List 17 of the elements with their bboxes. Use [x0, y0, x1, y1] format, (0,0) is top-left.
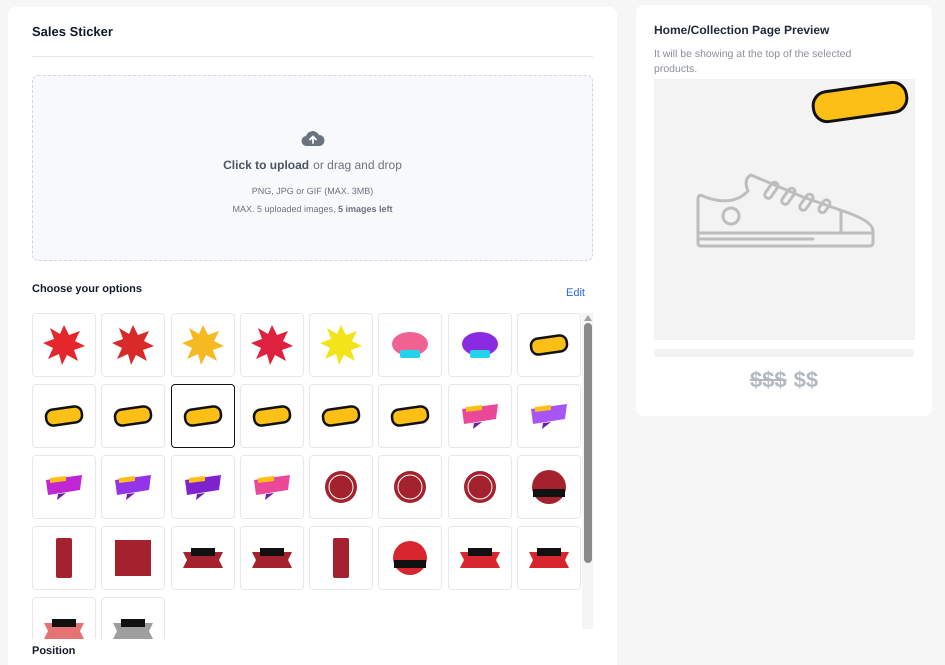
- scrollbar[interactable]: [582, 313, 593, 629]
- drag-drop-text: or drag and drop: [313, 156, 402, 174]
- preview-subtitle: It will be showing at the top of the selected products.: [654, 47, 852, 77]
- upload-link[interactable]: Click to upload: [223, 156, 310, 174]
- format-hint: PNG, JPG or GIF (MAX. 3MB): [252, 184, 374, 198]
- section-title: Position: [32, 644, 76, 659]
- cloud-upload-icon: [300, 128, 324, 146]
- section-title: Choose your options: [32, 282, 142, 296]
- limit-hint: MAX. 5 uploaded images, 5 images left: [232, 203, 393, 216]
- preview-title: Home/Collection Page Preview: [654, 22, 830, 39]
- card-title: Sales Sticker: [32, 23, 114, 41]
- upload-dropzone[interactable]: Click to upload or drag and drop PNG, JPG or GIF (MAX. 3MB) MAX. 5 uploaded images, 5 images left: [32, 74, 593, 260]
- old-price: $$$: [750, 366, 787, 394]
- scrollbar-thumb[interactable]: [584, 323, 592, 563]
- sticker-option[interactable]: [170, 384, 235, 448]
- edit-link[interactable]: Edit: [566, 284, 593, 301]
- price: $$: [794, 366, 818, 394]
